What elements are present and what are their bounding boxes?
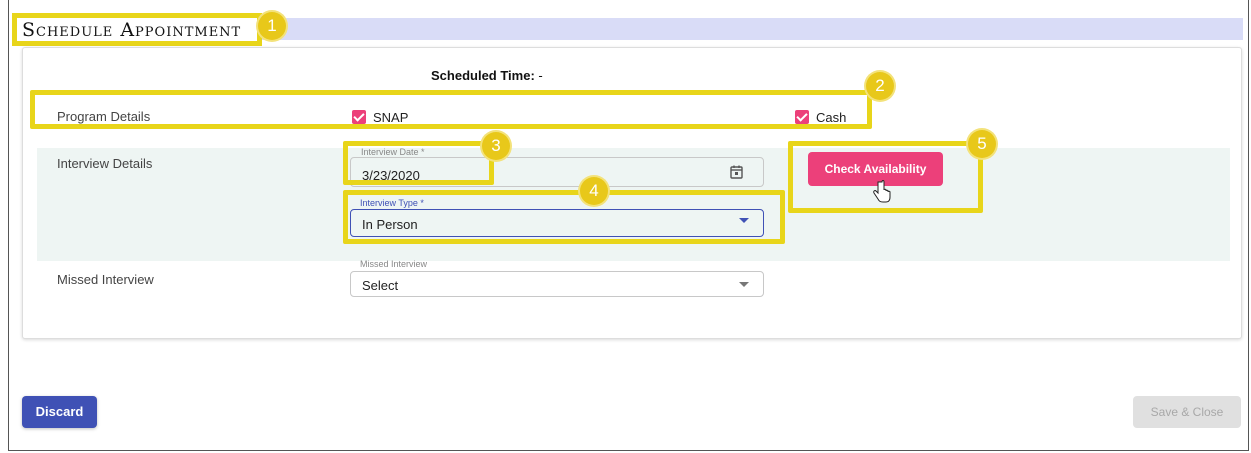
scheduled-time-value: - — [534, 68, 543, 83]
chevron-down-icon — [739, 282, 749, 287]
callout-badge-1: 1 — [258, 12, 286, 40]
callout-badge-3: 3 — [482, 132, 510, 160]
missed-interview-select[interactable] — [350, 271, 764, 297]
save-close-button[interactable]: Save & Close — [1133, 396, 1241, 428]
interview-details-label: Interview Details — [57, 156, 153, 171]
callout-box-3 — [343, 141, 494, 185]
page-title: Schedule Appointment — [22, 19, 242, 41]
callout-badge-4: 4 — [580, 177, 608, 205]
callout-box-2 — [30, 90, 872, 129]
callout-box-4 — [343, 190, 785, 244]
discard-button[interactable]: Discard — [22, 396, 97, 428]
missed-interview-label: Missed Interview — [57, 272, 154, 287]
calendar-icon[interactable] — [730, 165, 743, 179]
callout-badge-5: 5 — [968, 130, 996, 158]
missed-interview-value: Select — [362, 278, 399, 293]
missed-interview-field-label: Missed Interview — [360, 259, 428, 269]
hand-cursor-icon — [873, 180, 891, 203]
callout-badge-2: 2 — [866, 72, 894, 100]
scheduled-time: Scheduled Time: - — [431, 68, 543, 83]
scheduled-time-label: Scheduled Time: — [431, 68, 535, 83]
